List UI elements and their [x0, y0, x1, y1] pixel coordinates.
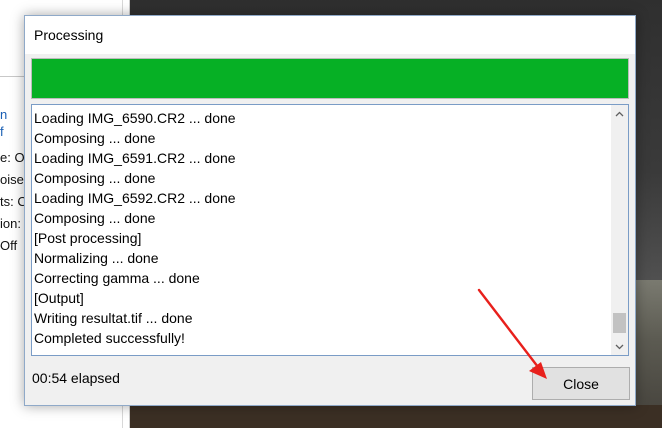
log-line: Composing ... done [34, 130, 156, 146]
bg-panel-text-4: oise [0, 172, 24, 187]
scroll-up-button[interactable] [611, 105, 628, 122]
log-line: Loading IMG_6592.CR2 ... done [34, 190, 236, 206]
bg-panel-text-7: Off [0, 238, 18, 253]
log-line: Composing ... done [34, 210, 156, 226]
chevron-down-icon [615, 344, 624, 349]
dialog-titlebar[interactable]: Processing [25, 16, 635, 54]
progress-bar [31, 58, 629, 99]
bg-panel-text-2: f [0, 124, 4, 139]
bg-panel-text-6: ion: [0, 216, 21, 231]
processing-dialog: Processing Loading IMG_6590.CR2 ... done… [24, 15, 636, 406]
log-output[interactable]: Loading IMG_6590.CR2 ... done Composing … [31, 104, 629, 356]
scrollbar-thumb[interactable] [613, 313, 626, 333]
scroll-down-button[interactable] [611, 338, 628, 355]
bg-panel-text-5: ts: C [0, 194, 27, 209]
chevron-up-icon [615, 111, 624, 116]
log-line: Correcting gamma ... done [34, 270, 200, 286]
log-lines: Loading IMG_6590.CR2 ... done Composing … [34, 108, 604, 348]
background-ground [130, 405, 662, 428]
log-line: [Post processing] [34, 230, 142, 246]
bg-panel-text-3: e: O [0, 150, 25, 165]
log-line: Composing ... done [34, 170, 156, 186]
log-scrollbar[interactable] [611, 105, 628, 355]
elapsed-time: 00:54 elapsed [32, 370, 120, 386]
progress-bar-fill [32, 59, 628, 98]
log-line: Loading IMG_6591.CR2 ... done [34, 150, 236, 166]
log-line: Loading IMG_6590.CR2 ... done [34, 110, 236, 126]
log-line: [Output] [34, 290, 84, 306]
close-button[interactable]: Close [532, 367, 630, 400]
log-line: Writing resultat.tif ... done [34, 310, 193, 326]
log-line: Completed successfully! [34, 330, 185, 346]
log-line: Normalizing ... done [34, 250, 159, 266]
dialog-title: Processing [34, 27, 104, 43]
bg-panel-text-1: n [0, 107, 8, 122]
